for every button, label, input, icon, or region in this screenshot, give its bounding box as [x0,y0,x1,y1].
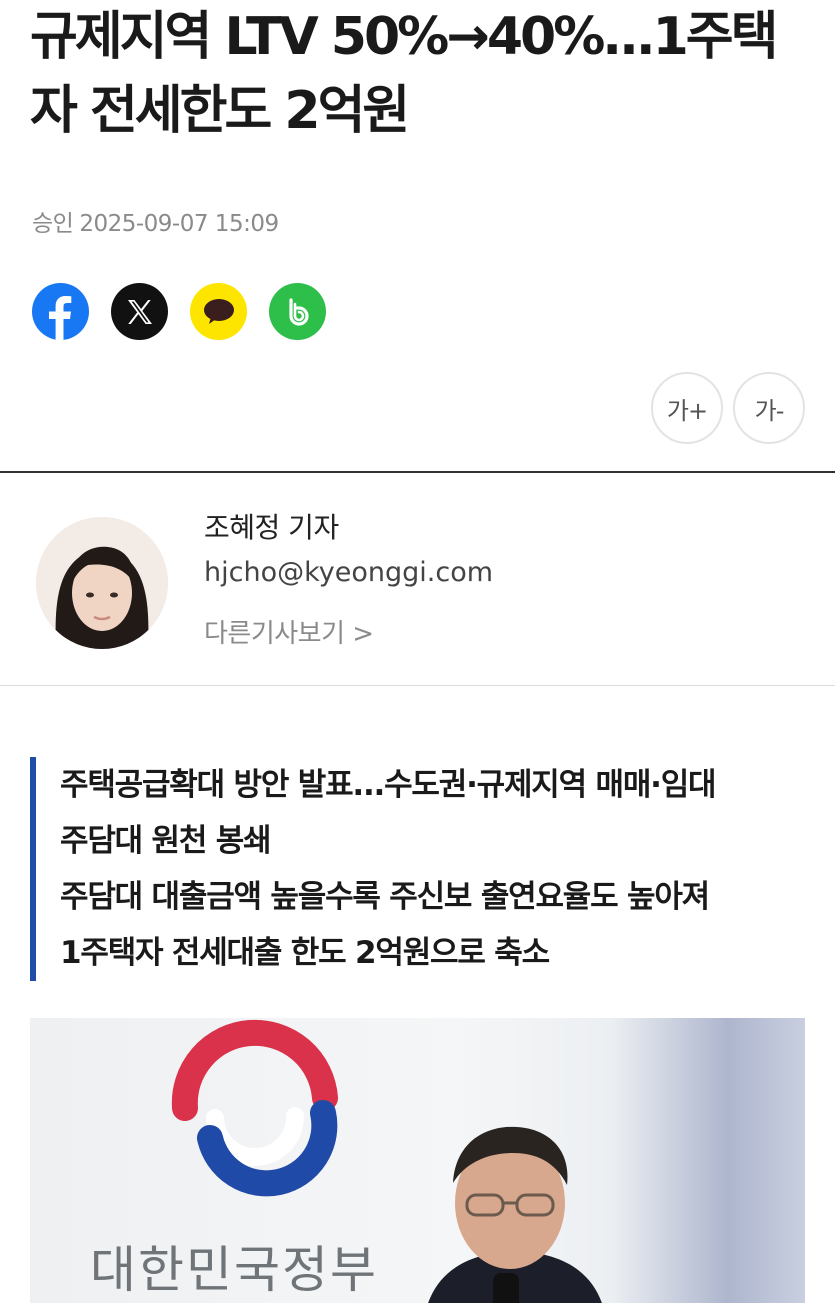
section-divider [0,471,835,473]
reporter-email[interactable]: hjcho@kyeonggi.com [204,557,493,588]
share-bar [32,283,326,340]
photo-backdrop-text: 대한민국정부 [90,1241,378,1299]
headline-line-1: 규제지역 LTV 50%→40%...1주택 [30,7,778,67]
x-icon [127,299,152,324]
subheadline: 주담대 대출금액 높을수록 주신보 출연요율도 높아져 [60,879,710,915]
kakaotalk-icon [203,298,234,324]
government-emblem-icon [171,1019,338,1197]
font-size-controls: 가+ 가- [651,372,805,444]
reporter-name: 조혜정 기자 [204,511,339,544]
x-share-button[interactable] [111,283,168,340]
subheadline: 주택공급확대 방안 발표...수도권·규제지역 매매·임대 [60,767,717,803]
reporter-more-articles-link[interactable]: 다른기사보기 > [204,613,374,650]
facebook-share-button[interactable] [32,283,89,340]
section-divider [0,685,835,686]
article-meta: 승인 2025-09-07 15:09 [32,204,285,238]
font-increase-button[interactable]: 가+ [651,372,723,444]
subheadline: 1주택자 전세대출 한도 2억원으로 축소 [60,935,550,971]
approval-label: 승인 [32,211,74,237]
band-share-button[interactable] [269,283,326,340]
article-subheadlines: 주택공급확대 방안 발표...수도권·규제지역 매매·임대 주담대 원천 봉쇄 … [30,757,820,981]
approval-datetime: 2025-09-07 15:09 [79,211,279,237]
article-photo: 대한민국정부 [30,1018,805,1303]
kakaotalk-share-button[interactable] [190,283,247,340]
font-decrease-button[interactable]: 가- [733,372,805,444]
band-icon [288,297,309,326]
facebook-icon [49,296,72,340]
speaker-figure [428,1126,602,1303]
reporter-avatar [36,517,168,649]
subheadline: 주담대 원천 봉쇄 [60,823,272,859]
headline-line-2: 자 전세한도 2억원 [30,81,410,141]
article-headline: 규제지역 LTV 50%→40%...1주택 자 전세한도 2억원 [30,0,820,148]
